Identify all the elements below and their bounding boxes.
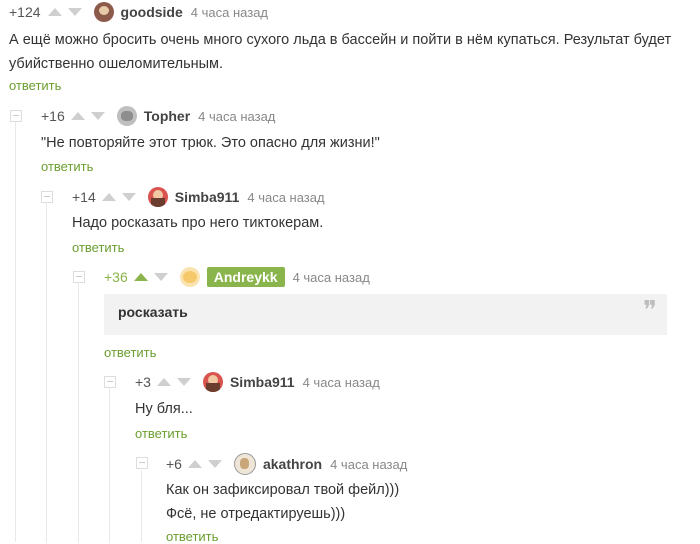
- comment-author[interactable]: Simba911: [175, 189, 240, 205]
- avatar[interactable]: [147, 187, 168, 207]
- comment-time[interactable]: 4 часа назад: [198, 109, 275, 124]
- reply-link[interactable]: ответить: [166, 529, 218, 544]
- collapse-thread-icon[interactable]: [104, 376, 116, 388]
- avatar[interactable]: [93, 2, 114, 22]
- comment-rating: +6: [166, 456, 182, 472]
- thread-branch-line: [141, 470, 142, 542]
- comment-time[interactable]: 4 часа назад: [191, 5, 268, 20]
- quote-block: росказать ❞: [104, 294, 667, 335]
- avatar[interactable]: [233, 453, 256, 475]
- comment-time[interactable]: 4 часа назад: [303, 375, 380, 390]
- collapse-thread-icon[interactable]: [73, 271, 85, 283]
- collapse-thread-icon[interactable]: [41, 191, 53, 203]
- comment-time[interactable]: 4 часа назад: [293, 270, 370, 285]
- reply-link[interactable]: ответить: [72, 240, 124, 255]
- comment-rating: +3: [135, 374, 151, 390]
- comment-text-line: А ещё можно бросить очень много сухого л…: [9, 32, 672, 48]
- comment-body: Ну бля...: [135, 397, 193, 421]
- comment-time[interactable]: 4 часа назад: [247, 190, 324, 205]
- reply-link[interactable]: ответить: [9, 78, 61, 93]
- thread-branch-line: [109, 388, 110, 543]
- downvote-arrow-icon[interactable]: [176, 378, 191, 386]
- reply-link[interactable]: ответить: [104, 345, 156, 360]
- thread-branch-line: [15, 122, 16, 542]
- downvote-arrow-icon[interactable]: [121, 193, 136, 201]
- downvote-arrow-icon[interactable]: [67, 8, 82, 16]
- comment-body: "Не повторяйте этот трюк. Это опасно для…: [41, 131, 380, 155]
- comment-text-line: Как он зафиксировал твой фейл))): [166, 482, 400, 498]
- comment-author[interactable]: Andreykk: [206, 267, 285, 287]
- comment-text-line: Надо росказать про него тиктокерам.: [72, 215, 324, 231]
- downvote-arrow-icon[interactable]: [153, 273, 168, 281]
- comment-body: А ещё можно бросить очень много сухого л…: [9, 28, 699, 76]
- comment-author[interactable]: Topher: [144, 108, 190, 124]
- comment-body: Как он зафиксировал твой фейл))) Фсё, не…: [166, 478, 399, 526]
- downvote-arrow-icon[interactable]: [207, 460, 222, 468]
- comment-rating: +36: [104, 269, 128, 285]
- upvote-arrow-icon[interactable]: [101, 193, 116, 201]
- quote-icon: ❞: [643, 296, 657, 326]
- comment-text-line: Ну бля...: [135, 401, 193, 417]
- reply-link[interactable]: ответить: [135, 426, 187, 441]
- upvote-arrow-icon[interactable]: [133, 273, 148, 281]
- quote-text: росказать: [118, 304, 188, 320]
- comment-text-line: Фсё, не отредактируешь))): [166, 506, 346, 522]
- downvote-arrow-icon[interactable]: [90, 112, 105, 120]
- comment-text-line: "Не повторяйте этот трюк. Это опасно для…: [41, 135, 380, 151]
- avatar[interactable]: [179, 267, 200, 287]
- comment-body: Надо росказать про него тиктокерам.: [72, 211, 323, 235]
- upvote-arrow-icon[interactable]: [156, 378, 171, 386]
- upvote-arrow-icon[interactable]: [187, 460, 202, 468]
- reply-link[interactable]: ответить: [41, 159, 93, 174]
- comment-rating: +124: [9, 4, 41, 20]
- comment-author[interactable]: Simba911: [230, 374, 295, 390]
- comment-author[interactable]: akathron: [263, 456, 322, 472]
- thread-branch-line: [78, 283, 79, 543]
- comment-text-line: убийственно ошеломительным.: [9, 56, 224, 72]
- avatar[interactable]: [202, 372, 223, 392]
- upvote-arrow-icon[interactable]: [47, 8, 62, 16]
- comment-rating: +14: [72, 189, 96, 205]
- comment-rating: +16: [41, 108, 65, 124]
- thread-branch-line: [46, 203, 47, 543]
- avatar[interactable]: [116, 106, 137, 126]
- comment-time[interactable]: 4 часа назад: [330, 457, 407, 472]
- upvote-arrow-icon[interactable]: [70, 112, 85, 120]
- comment-author[interactable]: goodside: [121, 4, 183, 20]
- collapse-thread-icon[interactable]: [136, 457, 148, 469]
- collapse-thread-icon[interactable]: [10, 110, 22, 122]
